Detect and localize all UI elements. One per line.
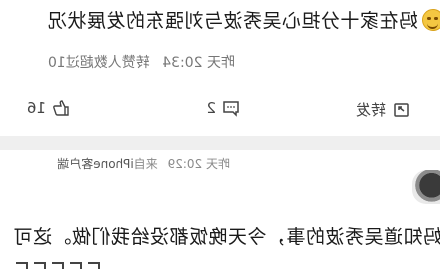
post-meta: 昨天 20:29 来自iPhone客户端 bbox=[57, 155, 230, 172]
next-line-fragment bbox=[0, 258, 100, 269]
action-bar: 转发 2 16 bbox=[0, 90, 440, 134]
comment-count: 2 bbox=[206, 99, 216, 117]
post-meta: 昨天 20:34 转赞人数超过10 bbox=[48, 52, 235, 72]
comment-icon bbox=[223, 101, 239, 117]
source-prefix: 来自 bbox=[133, 157, 158, 171]
thumbs-up-icon bbox=[53, 100, 69, 116]
forward-label: 转发 bbox=[355, 101, 386, 119]
post-separator bbox=[0, 136, 440, 150]
post-text: 妈知道吴秀波的事，今天晚饭都没给我们做。这可 bbox=[12, 226, 440, 248]
forward-button[interactable]: 转发 bbox=[356, 99, 410, 120]
like-count: 16 bbox=[26, 99, 46, 117]
like-button[interactable]: 16 bbox=[27, 99, 70, 117]
post-text: 妈在家十分担心吴秀波与刘强东的发展状况 bbox=[47, 10, 418, 32]
laughing-emoji-icon bbox=[422, 9, 440, 31]
comment-button[interactable]: 2 bbox=[206, 99, 240, 117]
post-time: 昨天 20:29 bbox=[167, 157, 230, 171]
post-time: 昨天 20:34 bbox=[162, 55, 235, 71]
avatar[interactable] bbox=[412, 170, 440, 204]
weibo-feed: 妈在家十分担心吴秀波与刘强东的发展状况 昨天 20:34 转赞人数超过10 转发… bbox=[0, 0, 440, 269]
post-views: 转赞人数超过10 bbox=[47, 55, 150, 71]
forward-icon bbox=[394, 102, 409, 117]
post-source[interactable]: iPhone客户端 bbox=[57, 157, 134, 171]
post-card: 妈在家十分担心吴秀波与刘强东的发展状况 昨天 20:34 转赞人数超过10 转发… bbox=[0, 0, 440, 136]
post-card: 昨天 20:29 来自iPhone客户端 妈知道吴秀波的事，今天晚饭都没给我们做… bbox=[0, 150, 440, 269]
